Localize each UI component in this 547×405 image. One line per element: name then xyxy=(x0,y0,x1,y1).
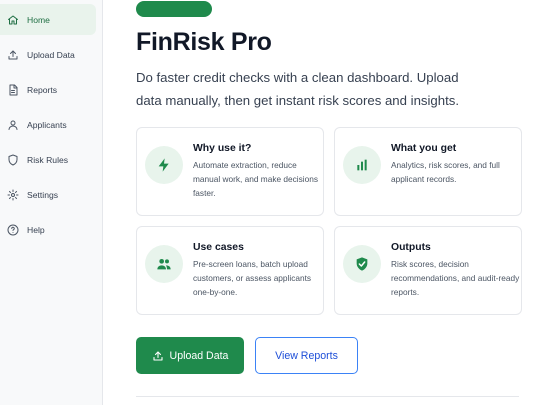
sidebar-item-settings[interactable]: Settings xyxy=(0,179,96,210)
sidebar-item-label: Help xyxy=(27,224,45,235)
user-icon xyxy=(7,119,19,131)
shield-icon xyxy=(7,154,19,166)
sidebar-item-reports[interactable]: Reports xyxy=(0,74,96,105)
lightning-icon xyxy=(145,146,183,184)
card-use-cases: Use cases Pre-screen loans, batch upload… xyxy=(136,226,324,315)
page-title: FinRisk Pro xyxy=(136,28,272,56)
page-subtitle: Do faster credit checks with a clean das… xyxy=(136,70,460,108)
card-title: Outputs xyxy=(391,242,431,253)
upload-data-button-label: Upload Data xyxy=(169,349,229,362)
help-circle-icon xyxy=(7,224,19,236)
card-title: Why use it? xyxy=(193,143,252,154)
sidebar-item-upload-data[interactable]: Upload Data xyxy=(0,39,96,70)
top-pill-bar xyxy=(136,1,212,17)
sidebar-item-label: Risk Rules xyxy=(27,154,69,165)
sidebar-item-label: Reports xyxy=(27,84,58,95)
sidebar: Home Upload Data Reports Applicants Risk… xyxy=(0,0,103,405)
gear-icon xyxy=(7,189,19,201)
users-icon xyxy=(145,245,183,283)
sidebar-nav: Home Upload Data Reports Applicants Risk… xyxy=(0,4,102,245)
home-icon xyxy=(7,14,19,26)
view-reports-button[interactable]: View Reports xyxy=(255,337,358,374)
document-icon xyxy=(7,84,19,96)
card-title: Use cases xyxy=(193,242,244,253)
card-what-you-get: What you get Analytics, risk scores, and… xyxy=(334,127,522,216)
view-reports-button-label: View Reports xyxy=(275,349,338,362)
divider xyxy=(136,396,519,397)
card-body: Pre-screen loans, batch upload customers… xyxy=(193,259,312,297)
card-title: What you get xyxy=(391,143,457,154)
card-why-use-it: Why use it? Automate extraction, reduce … xyxy=(136,127,324,216)
sidebar-item-risk-rules[interactable]: Risk Rules xyxy=(0,144,96,175)
sidebar-item-label: Home xyxy=(27,14,50,25)
upload-icon xyxy=(7,49,19,61)
upload-icon xyxy=(152,350,163,361)
card-outputs: Outputs Risk scores, decision recommenda… xyxy=(334,226,522,315)
sidebar-item-home[interactable]: Home xyxy=(0,4,96,35)
sidebar-item-label: Applicants xyxy=(27,119,67,130)
card-body: Risk scores, decision recommendations, a… xyxy=(391,259,520,297)
card-body: Automate extraction, reduce manual work,… xyxy=(193,160,318,198)
sidebar-item-help[interactable]: Help xyxy=(0,214,96,245)
shield-check-icon xyxy=(343,245,381,283)
sidebar-item-label: Upload Data xyxy=(27,49,75,60)
main-content: FinRisk Pro Do faster credit checks with… xyxy=(103,0,547,405)
sidebar-item-applicants[interactable]: Applicants xyxy=(0,109,96,140)
sidebar-item-label: Settings xyxy=(27,189,59,200)
bar-chart-icon xyxy=(343,146,381,184)
card-body: Analytics, risk scores, and full applica… xyxy=(391,160,500,184)
upload-data-button[interactable]: Upload Data xyxy=(136,337,244,374)
